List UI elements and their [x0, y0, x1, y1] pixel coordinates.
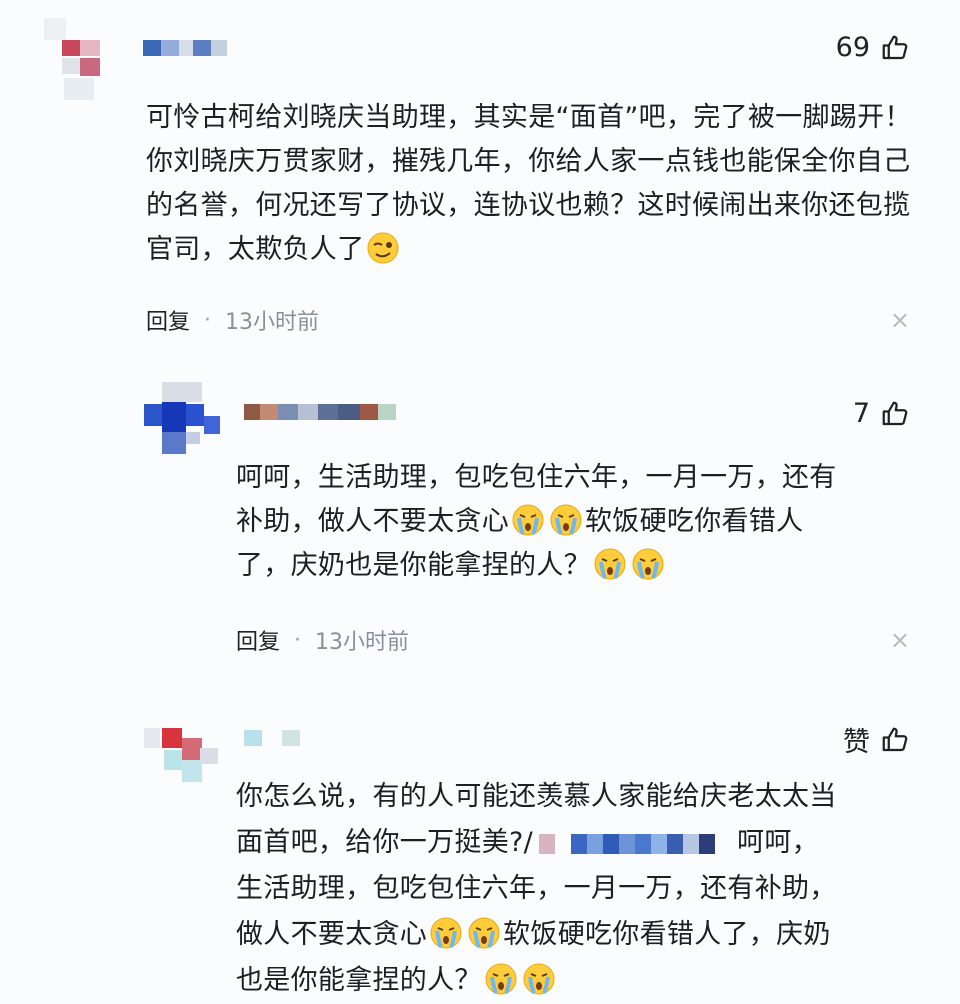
- crying-emoji-icon: [430, 917, 462, 949]
- comment-text: 呵呵，生活助理，包吃包住六年，一月一万，还有 补助，做人不要太贪心 软饭硬吃你看错…: [236, 462, 837, 581]
- thumbs-up-icon: [882, 727, 908, 751]
- close-icon[interactable]: ×: [890, 306, 910, 334]
- crying-emoji-icon: [550, 504, 582, 536]
- reply-button[interactable]: 回复: [236, 624, 280, 656]
- username[interactable]: [244, 404, 396, 420]
- close-icon[interactable]: ×: [890, 626, 910, 654]
- comment-2: 7 呵呵，生活助理，包吃包住六年，一月一万，还有 补助，做人不要太贪心 软饭硬吃你…: [0, 370, 960, 670]
- avatar[interactable]: [144, 382, 220, 454]
- crying-emoji-icon: [512, 504, 544, 536]
- blurred-mention: [539, 833, 732, 854]
- timestamp: 13小时前: [225, 310, 320, 335]
- username[interactable]: [143, 40, 227, 56]
- comment-text: 可怜古柯给刘晓庆当助理，其实是“面首”吧，完了被一脚踢开！你刘晓庆万贯家财，摧残…: [146, 102, 912, 265]
- like-button[interactable]: 赞: [843, 720, 910, 759]
- separator-dot: ·: [294, 627, 302, 653]
- like-label: 赞: [843, 727, 870, 758]
- crying-emoji-icon: [594, 548, 626, 580]
- crying-emoji-icon: [632, 548, 664, 580]
- like-button[interactable]: 69: [836, 32, 910, 63]
- like-button[interactable]: 7: [853, 398, 910, 429]
- comment-meta: 回复 · 13小时前: [236, 624, 409, 656]
- avatar[interactable]: [144, 714, 218, 786]
- wink-emoji-icon: [367, 232, 399, 264]
- reply-button[interactable]: 回复: [146, 304, 190, 336]
- crying-emoji-icon: [468, 917, 500, 949]
- comment-1: 69 可怜古柯给刘晓庆当助理，其实是“面首”吧，完了被一脚踢开！你刘晓庆万贯家财…: [0, 0, 960, 360]
- like-count: 7: [852, 398, 870, 429]
- avatar[interactable]: [44, 18, 116, 100]
- comment-3: 赞 你怎么说，有的人可能还羡慕人家能给庆老太太当 面首吧，给你一万挺美?/呵呵，…: [0, 700, 960, 996]
- like-count: 69: [835, 32, 870, 63]
- separator-dot: ·: [204, 307, 212, 333]
- crying-emoji-icon: [485, 963, 517, 995]
- thumbs-up-icon: [882, 35, 908, 59]
- crying-emoji-icon: [523, 963, 555, 995]
- comment-meta: 回复 · 13小时前: [146, 304, 319, 336]
- timestamp: 13小时前: [315, 630, 410, 655]
- thumbs-up-icon: [882, 401, 908, 425]
- comment-text: 你怎么说，有的人可能还羡慕人家能给庆老太太当 面首吧，给你一万挺美?/呵呵， 生…: [236, 781, 837, 996]
- username[interactable]: [244, 730, 300, 746]
